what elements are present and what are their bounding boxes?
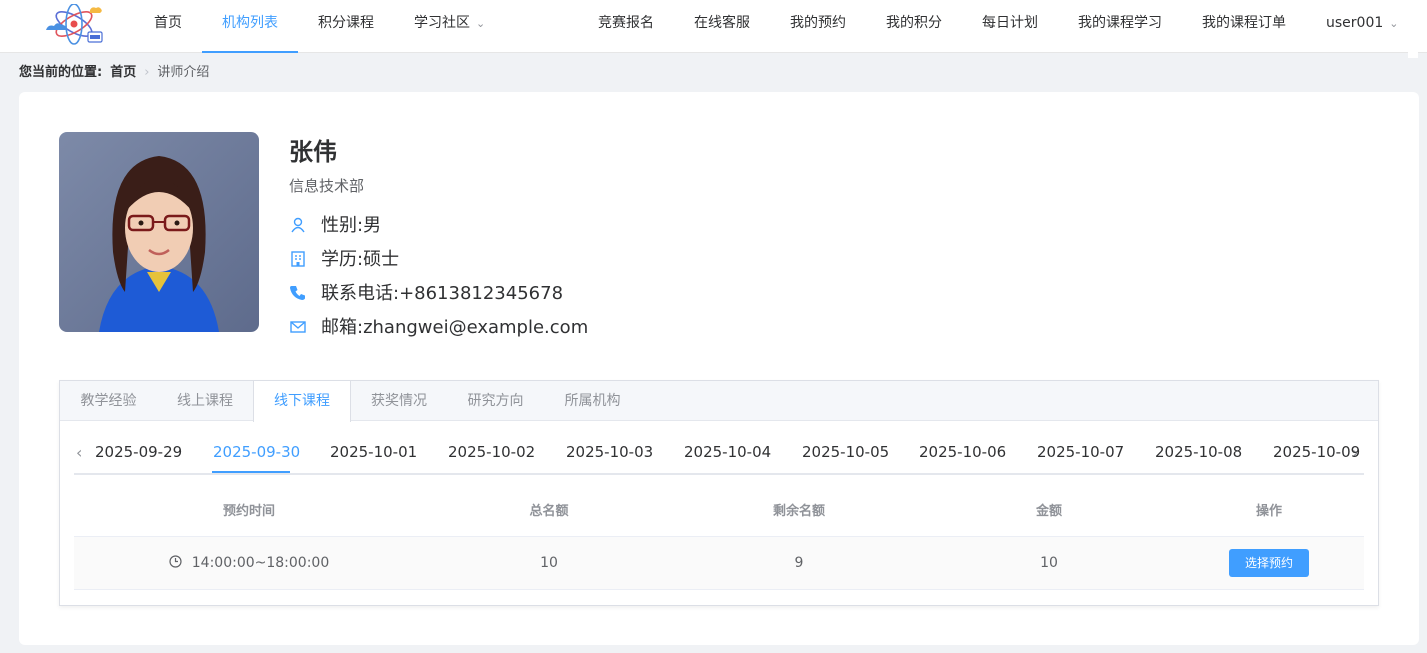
- education-text: 学历:硕士: [321, 249, 400, 270]
- tab-offline-courses[interactable]: 线下课程: [253, 381, 351, 422]
- breadcrumb-current: 讲师介绍: [157, 65, 210, 80]
- date-tab[interactable]: 2025-10-05: [802, 443, 889, 461]
- col-total: 总名额: [529, 504, 569, 519]
- tab-awards[interactable]: 获奖情况: [351, 381, 447, 421]
- chevron-down-icon: ⌄: [1389, 17, 1399, 30]
- tab-institution-label: 所属机构: [564, 393, 621, 409]
- nav-my-course-study-label: 我的课程学习: [1078, 15, 1162, 31]
- nav-points-courses-label: 积分课程: [318, 15, 374, 31]
- phone-icon: [290, 286, 305, 300]
- gender-row: 性别:男: [289, 214, 381, 238]
- date-tab[interactable]: 2025-10-01: [330, 443, 417, 461]
- date-tab[interactable]: 2025-10-04: [684, 443, 771, 461]
- date-tab[interactable]: 2025-10-06: [919, 443, 1006, 461]
- date-tab[interactable]: 2025-10-07: [1037, 443, 1124, 461]
- tab-online-courses-label: 线上课程: [177, 393, 233, 409]
- date-selector: 2025-09-29 2025-09-30 2025-10-01 2025-10…: [74, 433, 1364, 475]
- breadcrumb-label: 您当前的位置:: [19, 65, 103, 80]
- table-header: 预约时间 总名额 剩余名额 金额 操作: [74, 487, 1364, 537]
- nav-institutions[interactable]: 机构列表: [202, 0, 298, 53]
- chevron-down-icon: ⌄: [476, 17, 486, 30]
- tab-teaching-experience[interactable]: 教学经验: [60, 381, 157, 421]
- scrollbar-corner: [1408, 48, 1418, 58]
- table-row: 14:00:00~18:00:00 10 9 10 选择预约: [74, 537, 1364, 590]
- user-menu[interactable]: user001 ⌄: [1326, 0, 1398, 53]
- date-tab[interactable]: 2025-10-08: [1155, 443, 1242, 461]
- nav-my-course-orders[interactable]: 我的课程订单: [1202, 0, 1286, 53]
- nav-daily-plan[interactable]: 每日计划: [982, 0, 1038, 53]
- atom-cloud-logo[interactable]: [44, 4, 106, 46]
- nav-home-label: 首页: [154, 15, 182, 31]
- nav-competition[interactable]: 竞赛报名: [598, 0, 654, 53]
- nav-daily-plan-label: 每日计划: [982, 15, 1038, 31]
- top-navbar: 首页 机构列表 积分课程 学习社区 ⌄ 竞赛报名 在线客服 我的预约 我的积分 每…: [0, 0, 1427, 53]
- breadcrumb-home-link[interactable]: 首页: [110, 65, 136, 80]
- cell-total: 10: [540, 555, 558, 571]
- cell-time-text: 14:00:00~18:00:00: [191, 555, 330, 571]
- date-tab[interactable]: 2025-10-09: [1273, 443, 1360, 461]
- breadcrumb: 您当前的位置: 首页 › 讲师介绍: [19, 64, 209, 84]
- tab-bar: 教学经验 线上课程 线下课程 获奖情况 研究方向 所属机构: [60, 381, 1378, 422]
- mail-icon: [290, 321, 306, 333]
- phone-row: 联系电话:+8613812345678: [289, 282, 563, 306]
- nav-community-label: 学习社区: [414, 15, 470, 31]
- tab-research-label: 研究方向: [467, 393, 524, 409]
- nav-community[interactable]: 学习社区 ⌄: [414, 0, 485, 53]
- phone-text: 联系电话:+8613812345678: [321, 283, 564, 304]
- email-row: 邮箱:zhangwei@example.com: [289, 316, 588, 340]
- nav-my-course-study[interactable]: 我的课程学习: [1078, 0, 1162, 53]
- tab-research[interactable]: 研究方向: [447, 381, 544, 421]
- nav-my-appointments-label: 我的预约: [790, 15, 846, 31]
- building-icon: [291, 251, 305, 267]
- teacher-department: 信息技术部: [289, 177, 365, 195]
- cell-time: 14:00:00~18:00:00: [74, 537, 424, 590]
- tab-online-courses[interactable]: 线上课程: [157, 381, 253, 421]
- gender-text: 性别:男: [321, 215, 382, 236]
- col-remaining: 剩余名额: [772, 504, 825, 519]
- nav-home[interactable]: 首页: [154, 0, 182, 53]
- tab-offline-courses-label: 线下课程: [274, 393, 330, 409]
- cell-remaining: 9: [794, 555, 804, 571]
- education-row: 学历:硕士: [289, 248, 399, 272]
- nav-competition-label: 竞赛报名: [598, 15, 654, 31]
- nav-institutions-label: 机构列表: [222, 15, 278, 31]
- date-tab[interactable]: 2025-10-03: [566, 443, 653, 461]
- nav-my-appointments[interactable]: 我的预约: [790, 0, 846, 53]
- select-appointment-button[interactable]: 选择预约: [1229, 549, 1309, 577]
- nav-points-courses[interactable]: 积分课程: [318, 0, 374, 53]
- teacher-tabs: 教学经验 线上课程 线下课程 获奖情况 研究方向 所属机构 ‹ › 2025-0…: [59, 380, 1379, 606]
- date-tab-selected[interactable]: 2025-09-30: [213, 443, 300, 461]
- teacher-photo: [59, 132, 259, 332]
- nav-my-points-label: 我的积分: [886, 15, 942, 31]
- cell-price: 10: [1040, 555, 1058, 571]
- tab-awards-label: 获奖情况: [371, 393, 427, 409]
- nav-online-service-label: 在线客服: [694, 15, 750, 31]
- date-tab[interactable]: 2025-10-02: [448, 443, 535, 461]
- chevron-right-icon: ›: [144, 65, 150, 80]
- username: user001: [1326, 15, 1384, 31]
- clock-icon: [169, 555, 182, 568]
- date-tab[interactable]: 2025-09-29: [95, 443, 182, 461]
- nav-my-course-orders-label: 我的课程订单: [1202, 15, 1286, 31]
- nav-online-service[interactable]: 在线客服: [694, 0, 750, 53]
- teacher-detail-card: 张伟 信息技术部 性别:男 学历:硕士 联系电话:+8613812345678 …: [19, 92, 1419, 645]
- date-active-underline: [212, 471, 290, 473]
- col-price: 金额: [1035, 504, 1062, 519]
- nav-my-points[interactable]: 我的积分: [886, 0, 942, 53]
- email-text: 邮箱:zhangwei@example.com: [321, 317, 589, 338]
- teacher-name: 张伟: [289, 138, 337, 166]
- tab-teaching-experience-label: 教学经验: [80, 393, 137, 409]
- tab-institution[interactable]: 所属机构: [544, 381, 641, 421]
- col-time: 预约时间: [222, 504, 275, 519]
- col-action: 操作: [1255, 504, 1282, 519]
- user-icon: [291, 217, 305, 233]
